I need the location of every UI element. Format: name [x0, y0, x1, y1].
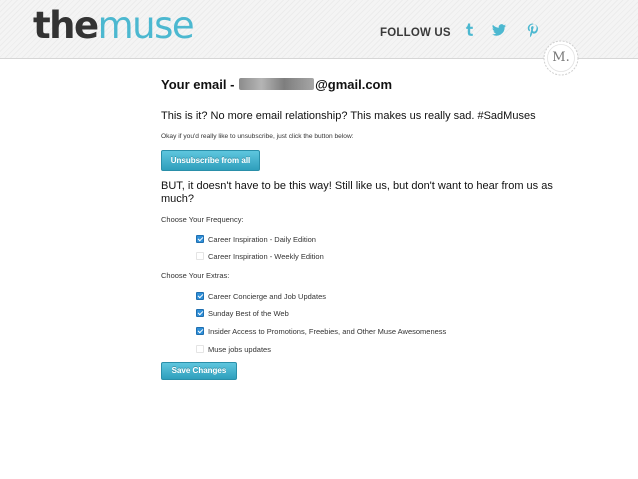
redacted-email-username: [239, 78, 315, 90]
site-header: themuse FOLLOW US M.: [0, 0, 638, 76]
save-changes-button[interactable]: Save Changes: [161, 362, 237, 380]
sad-muses-headline: This is it? No more email relationship? …: [161, 110, 536, 122]
frequency-option-weekly[interactable]: Career Inspiration - Weekly Edition: [196, 252, 324, 262]
checkbox-unchecked[interactable]: [196, 252, 204, 260]
follow-us-label: FOLLOW US: [380, 27, 451, 39]
extras-option-career-concierge[interactable]: Career Concierge and Job Updates: [196, 292, 326, 302]
alternative-text: BUT, it doesn't have to be this way! Sti…: [161, 180, 553, 205]
frequency-label: Choose Your Frequency:: [161, 215, 244, 224]
checkbox-checked[interactable]: [196, 235, 204, 243]
tumblr-icon[interactable]: [461, 22, 477, 38]
twitter-icon[interactable]: [491, 22, 507, 38]
extras-option-sunday-best[interactable]: Sunday Best of the Web: [196, 309, 289, 319]
checkbox-checked[interactable]: [196, 309, 204, 317]
frequency-option-daily[interactable]: Career Inspiration - Daily Edition: [196, 235, 316, 245]
extras-option-insider-access[interactable]: Insider Access to Promotions, Freebies, …: [196, 327, 446, 337]
checkbox-checked[interactable]: [196, 327, 204, 335]
unsubscribe-hint: Okay if you'd really like to unsubscribe…: [161, 133, 354, 140]
muse-seal-badge: M.: [543, 40, 579, 76]
extras-option-muse-jobs[interactable]: Muse jobs updates: [196, 345, 271, 355]
checkbox-unchecked[interactable]: [196, 345, 204, 353]
themuse-logo[interactable]: themuse: [33, 3, 195, 49]
email-line: Your email - @gmail.com: [161, 77, 393, 92]
pinterest-icon[interactable]: [525, 22, 541, 38]
unsubscribe-all-button[interactable]: Unsubscribe from all: [161, 150, 260, 171]
extras-label: Choose Your Extras:: [161, 271, 230, 280]
checkbox-checked[interactable]: [196, 292, 204, 300]
